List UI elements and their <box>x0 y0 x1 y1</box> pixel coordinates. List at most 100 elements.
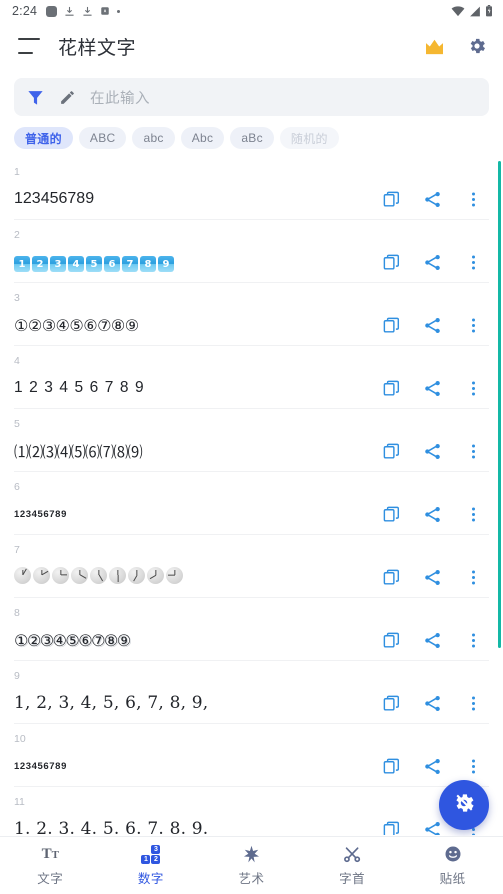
status-right-icons <box>451 5 493 17</box>
list-item[interactable]: 10 123456789 <box>0 724 503 786</box>
nav-tab-initials[interactable]: 字首 <box>302 844 403 887</box>
list-item[interactable]: 7 <box>0 535 503 597</box>
copy-icon[interactable] <box>382 568 401 587</box>
copy-icon[interactable] <box>382 820 401 835</box>
copy-icon[interactable] <box>382 379 401 398</box>
filter-funnel-icon[interactable] <box>26 88 45 107</box>
more-vertical-icon[interactable] <box>464 253 483 272</box>
chip-title[interactable]: Abc <box>180 127 225 149</box>
sticker-emoji-icon <box>444 844 462 864</box>
signal-icon <box>469 6 481 17</box>
share-icon[interactable] <box>423 694 442 713</box>
copy-icon[interactable] <box>382 757 401 776</box>
more-vertical-icon[interactable] <box>464 505 483 524</box>
nav-label-initials: 字首 <box>339 872 366 886</box>
nav-tab-numbers[interactable]: 312 数字 <box>101 844 202 887</box>
list-item-text[interactable]: 1. 2. 3. 4. 5. 6. 7. 8. 9. <box>14 819 382 835</box>
chip-random[interactable]: 随机的 <box>279 127 339 149</box>
list-item-text[interactable]: 123456789 <box>14 190 382 208</box>
share-icon[interactable] <box>423 757 442 776</box>
nav-label-text: 文字 <box>37 872 64 886</box>
share-icon[interactable] <box>423 820 442 835</box>
list-item-index: 7 <box>14 544 20 556</box>
copy-icon[interactable] <box>382 316 401 335</box>
app-bar: 花样文字 <box>0 22 503 70</box>
hamburger-menu-icon[interactable] <box>18 38 40 54</box>
page-title: 花样文字 <box>58 37 137 59</box>
list-item-index: 1 <box>14 166 20 178</box>
chip-upper[interactable]: ABC <box>78 127 127 149</box>
list-item[interactable]: 11 1. 2. 3. 4. 5. 6. 7. 8. 9. <box>0 787 503 835</box>
results-list[interactable]: 1 123456789 2 1 2 3 4 5 6 7 8 9 3 ①②③④⑤⑥⑦⑧⑨ 4 123456789… <box>0 157 503 835</box>
list-item[interactable]: 9 1, 2, 3, 4, 5, 6, 7, 8, 9, <box>0 661 503 723</box>
list-item-text[interactable]: 123456789 <box>14 761 382 772</box>
list-item[interactable]: 1 123456789 <box>0 157 503 219</box>
list-item-index: 2 <box>14 229 20 241</box>
chip-normal[interactable]: 普通的 <box>14 127 73 149</box>
nav-tab-stickers[interactable]: 贴纸 <box>402 844 503 887</box>
search-input[interactable]: 在此输入 <box>14 78 489 116</box>
more-vertical-icon[interactable] <box>464 568 483 587</box>
status-left-icons <box>46 5 121 17</box>
more-vertical-icon[interactable] <box>464 316 483 335</box>
search-placeholder: 在此输入 <box>90 90 150 107</box>
more-vertical-icon[interactable] <box>464 442 483 461</box>
style-filter-chips: 普通的 ABC abc Abc aBc 随机的 <box>0 116 503 149</box>
copy-icon[interactable] <box>382 505 401 524</box>
copy-icon[interactable] <box>382 694 401 713</box>
settings-fab-button[interactable] <box>439 780 489 830</box>
app-bar-actions <box>424 36 487 56</box>
copy-icon[interactable] <box>382 253 401 272</box>
more-vertical-icon[interactable] <box>464 379 483 398</box>
list-item-text[interactable] <box>14 566 382 588</box>
sparkle-icon <box>242 844 261 864</box>
app-square-icon <box>46 5 58 17</box>
list-item-text[interactable]: 123456789 <box>14 509 382 520</box>
more-vertical-icon[interactable] <box>464 757 483 776</box>
share-icon[interactable] <box>423 568 442 587</box>
more-vertical-icon[interactable] <box>464 694 483 713</box>
list-item[interactable]: 6 123456789 <box>0 472 503 534</box>
list-item-index: 10 <box>14 733 26 745</box>
crown-icon[interactable] <box>424 38 445 55</box>
chip-mixed[interactable]: aBc <box>230 127 274 149</box>
more-vertical-icon[interactable] <box>464 190 483 209</box>
list-item-text[interactable]: 123456789 <box>14 252 382 273</box>
copy-icon[interactable] <box>382 190 401 209</box>
list-item-index: 6 <box>14 481 20 493</box>
share-icon[interactable] <box>423 442 442 461</box>
nav-label-art: 艺术 <box>238 872 265 886</box>
list-item[interactable]: 2 123456789 <box>0 220 503 282</box>
share-icon[interactable] <box>423 190 442 209</box>
list-item[interactable]: 3 ①②③④⑤⑥⑦⑧⑨ <box>0 283 503 345</box>
list-item-index: 9 <box>14 670 20 682</box>
list-item[interactable]: 4 123456789 <box>0 346 503 408</box>
copy-icon[interactable] <box>382 442 401 461</box>
chip-lower[interactable]: abc <box>132 127 175 149</box>
download-icon <box>82 6 93 17</box>
share-icon[interactable] <box>423 253 442 272</box>
nav-tab-art[interactable]: 艺术 <box>201 844 302 887</box>
bottom-navigation: TT 文字 312 数字 艺术 字首 贴纸 <box>0 836 503 894</box>
copy-icon[interactable] <box>382 631 401 650</box>
more-vertical-icon[interactable] <box>464 631 483 650</box>
list-item-text[interactable]: 1, 2, 3, 4, 5, 6, 7, 8, 9, <box>14 693 382 713</box>
screenshot-icon <box>100 6 110 16</box>
share-icon[interactable] <box>423 316 442 335</box>
wifi-icon <box>451 5 465 17</box>
nav-tab-text[interactable]: TT 文字 <box>0 844 101 887</box>
list-item[interactable]: 8 ①②③④⑤⑥⑦⑧⑨ <box>0 598 503 660</box>
share-icon[interactable] <box>423 505 442 524</box>
list-item-text[interactable]: ①②③④⑤⑥⑦⑧⑨ <box>14 631 382 650</box>
list-item-index: 5 <box>14 418 20 430</box>
pencil-icon[interactable] <box>59 89 76 106</box>
list-item[interactable]: 5 ⑴⑵⑶⑷⑸⑹⑺⑻⑼ <box>0 409 503 471</box>
list-item-text[interactable]: ①②③④⑤⑥⑦⑧⑨ <box>14 316 382 335</box>
vertical-scrollbar[interactable] <box>498 161 501 648</box>
share-icon[interactable] <box>423 379 442 398</box>
list-item-text[interactable]: ⑴⑵⑶⑷⑸⑹⑺⑻⑼ <box>14 441 382 462</box>
list-item-text[interactable]: 123456789 <box>14 379 382 397</box>
gear-icon[interactable] <box>467 36 487 56</box>
share-icon[interactable] <box>423 631 442 650</box>
list-item-index: 11 <box>14 796 25 808</box>
